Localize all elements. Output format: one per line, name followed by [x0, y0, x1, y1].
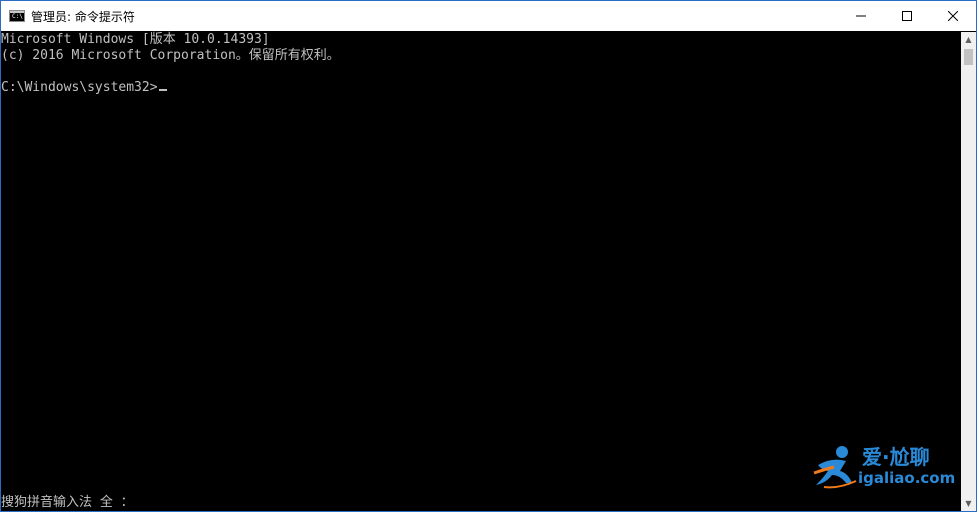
- close-icon: [948, 11, 958, 21]
- watermark: 爱·尬聊 igaliao.com: [812, 441, 962, 495]
- vertical-scrollbar[interactable]: ▲ ▼: [961, 32, 976, 511]
- watermark-url: igaliao.com: [858, 469, 956, 487]
- console-line: (c) 2016 Microsoft Corporation。保留所有权利。: [1, 48, 340, 63]
- watermark-runner-icon: [813, 446, 857, 489]
- chevron-down-icon: ▼: [965, 499, 972, 508]
- minimize-icon: [856, 15, 866, 17]
- console-line: Microsoft Windows [版本 10.0.14393]: [1, 32, 270, 47]
- app-icon-glyph: C:\: [12, 13, 23, 20]
- scroll-up-button[interactable]: ▲: [961, 32, 976, 47]
- cmd-window: C:\ 管理员: 命令提示符 Microsoft Windows [版本 10.…: [0, 0, 977, 512]
- prompt-line[interactable]: C:\Windows\system32>: [1, 80, 961, 96]
- ime-status-bar: 搜狗拼音输入法 全 ：: [1, 495, 134, 510]
- maximize-button[interactable]: [884, 1, 930, 31]
- text-cursor: [158, 89, 167, 91]
- chevron-up-icon: ▲: [965, 35, 972, 44]
- minimize-button[interactable]: [838, 1, 884, 31]
- cmd-app-icon[interactable]: C:\: [9, 10, 25, 22]
- scrollbar-thumb[interactable]: [964, 49, 973, 65]
- scroll-down-button[interactable]: ▼: [961, 496, 976, 511]
- command-prompt: C:\Windows\system32>: [1, 80, 158, 95]
- watermark-title: 爱·尬聊: [862, 445, 930, 469]
- console-output[interactable]: Microsoft Windows [版本 10.0.14393] (c) 20…: [1, 32, 961, 511]
- window-title: 管理员: 命令提示符: [31, 9, 135, 24]
- maximize-icon: [902, 11, 912, 21]
- window-controls: [838, 1, 976, 31]
- close-button[interactable]: [930, 1, 976, 31]
- title-bar[interactable]: C:\ 管理员: 命令提示符: [1, 1, 976, 31]
